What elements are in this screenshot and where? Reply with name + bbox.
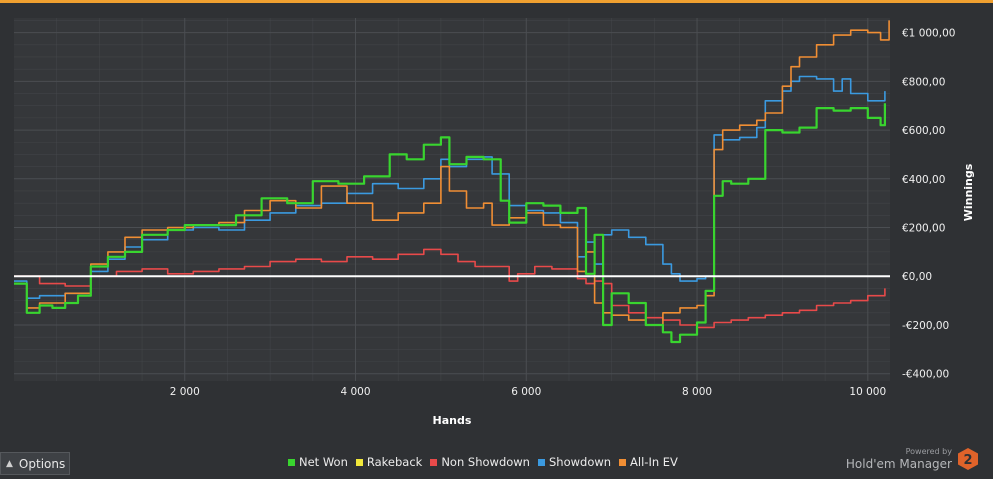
y-tick-label: €1 000,00 bbox=[902, 28, 955, 40]
plot-area bbox=[14, 18, 890, 381]
legend-item-showdown[interactable]: Showdown bbox=[537, 455, 612, 469]
logo-digit: 2 bbox=[963, 453, 972, 468]
legend-item-net-won[interactable]: Net Won bbox=[288, 455, 348, 469]
y-tick-label: €200,00 bbox=[902, 223, 945, 235]
x-tick-label: 10 000 bbox=[849, 386, 886, 398]
y-tick-label: -€200,00 bbox=[902, 320, 949, 332]
legend-label: Showdown bbox=[548, 455, 612, 469]
hem2-logo-icon: 2 bbox=[958, 448, 978, 470]
legend-label: Net Won bbox=[299, 455, 348, 469]
y-axis-ticks: -€400,00 -€200,00 €0,00 €200,00 €400,00 €600,… bbox=[902, 28, 955, 381]
legend-item-rakeback[interactable]: Rakeback bbox=[355, 455, 423, 469]
y-tick-label: €0,00 bbox=[902, 271, 932, 283]
y-tick-label: €400,00 bbox=[902, 174, 945, 186]
branding: Powered by Hold'em Manager 2 bbox=[846, 443, 979, 475]
x-tick-label: 6 000 bbox=[511, 386, 541, 398]
legend-item-all-in-ev[interactable]: All-In EV bbox=[619, 455, 678, 469]
x-tick-label: 2 000 bbox=[170, 386, 200, 398]
legend-swatch bbox=[537, 458, 545, 466]
legend-swatch bbox=[355, 458, 363, 466]
x-tick-label: 8 000 bbox=[682, 386, 712, 398]
chart-legend: Net Won Rakeback Non Showdown Showdown A… bbox=[288, 455, 678, 469]
y-tick-label: €800,00 bbox=[902, 76, 945, 88]
powered-by-text: Powered by bbox=[905, 446, 952, 456]
x-axis-ticks: 2 000 4 000 6 000 8 000 10 000 bbox=[170, 386, 886, 398]
legend-swatch bbox=[288, 458, 295, 466]
legend-label: Rakeback bbox=[366, 455, 423, 469]
y-tick-label: -€400,00 bbox=[902, 369, 949, 381]
legend-label: All-In EV bbox=[630, 455, 678, 469]
options-label: Options bbox=[18, 456, 66, 471]
x-tick-label: 4 000 bbox=[340, 386, 370, 398]
legend-label: Non Showdown bbox=[441, 455, 530, 469]
legend-swatch bbox=[619, 458, 627, 466]
chevron-up-icon: ▲ bbox=[6, 458, 13, 469]
winnings-chart: 2 000 4 000 6 000 8 000 10 000 -€400,00 -€200… bbox=[14, 18, 975, 427]
legend-item-non-showdown[interactable]: Non Showdown bbox=[430, 455, 530, 469]
y-tick-label: €600,00 bbox=[902, 125, 945, 137]
options-button[interactable]: ▲ Options bbox=[0, 452, 70, 475]
legend-swatch bbox=[430, 458, 438, 466]
y-axis-title: Winnings bbox=[962, 163, 975, 221]
x-axis-title: Hands bbox=[433, 414, 472, 427]
product-name: Hold'em Manager bbox=[845, 456, 952, 471]
